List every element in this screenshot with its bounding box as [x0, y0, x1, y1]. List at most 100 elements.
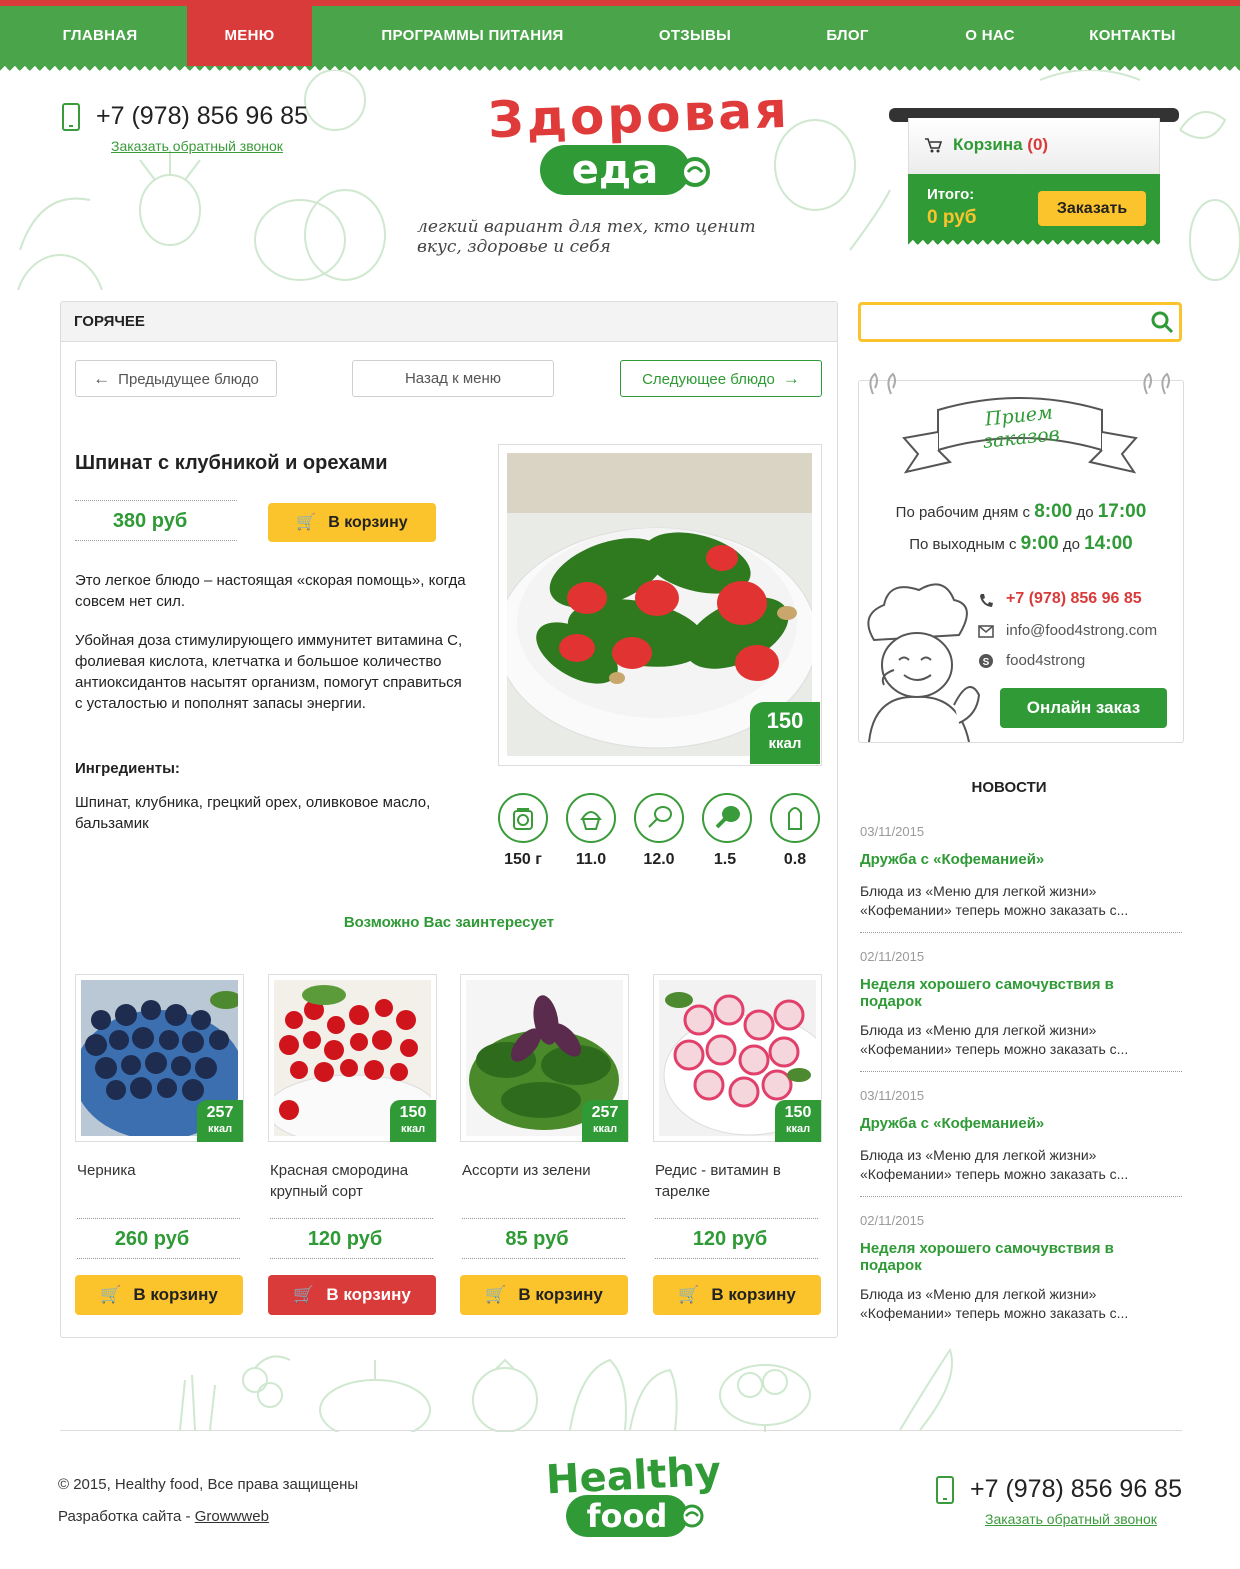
nav-item-programs[interactable]: ПРОГРАММЫ ПИТАНИЯ — [360, 6, 585, 66]
next-dish-label: Следующее блюдо — [642, 371, 775, 388]
prev-dish-button[interactable]: ← Предыдущее блюдо — [75, 360, 277, 397]
ingredients-list: Шпинат, клубника, грецкий орех, оливково… — [75, 794, 431, 832]
weekday-prefix: По рабочим дням с — [895, 504, 1031, 521]
nav-item-menu[interactable]: МЕНЮ — [187, 6, 312, 66]
dish-kcal-badge: 150 ккал — [750, 702, 820, 764]
arrow-left-icon: ← — [93, 369, 111, 388]
nav-item-home[interactable]: ГЛАВНАЯ — [40, 6, 160, 66]
related-price: 120 руб — [692, 1228, 768, 1250]
cart-total-value: 0 руб — [927, 207, 977, 228]
order-button[interactable]: Заказать — [1038, 191, 1146, 226]
related-divider-bottom — [655, 1258, 818, 1259]
related-divider-bottom — [77, 1258, 240, 1259]
dish-kcal-unit: ккал — [768, 735, 802, 752]
related-add-to-cart-button[interactable]: 🛒 В корзину — [653, 1275, 821, 1315]
news-date: 03/11/2015 — [860, 824, 925, 839]
related-divider-top — [270, 1218, 433, 1219]
related-divider-bottom — [462, 1258, 625, 1259]
weekend-from: 9:00 — [1020, 533, 1059, 554]
chef-illustration — [867, 583, 981, 742]
nutrition-value-5: 0.8 — [783, 851, 807, 868]
related-add-to-cart-button[interactable]: 🛒 В корзину — [75, 1275, 243, 1315]
price-divider-top — [75, 500, 237, 501]
related-price: 120 руб — [307, 1228, 383, 1250]
nav-item-contacts[interactable]: КОНТАКТЫ — [1080, 6, 1185, 66]
orders-phone[interactable]: +7 (978) 856 96 85 — [1006, 590, 1142, 608]
header-callback-link[interactable]: Заказать обратный звонок — [111, 138, 283, 154]
news-text: Блюда из «Меню для легкой жизни» «Кофема… — [860, 1147, 1129, 1182]
nav-item-about[interactable]: О НАС — [945, 6, 1035, 66]
news-title[interactable]: Неделя хорошего самочувствия в подарок — [860, 976, 1160, 1010]
main-nav — [0, 6, 1240, 66]
footer-logo-swirl-icon — [680, 1504, 704, 1528]
news-date: 03/11/2015 — [860, 1088, 925, 1103]
search-input[interactable] — [858, 302, 1182, 342]
weekend-prefix: По выходным с — [909, 536, 1017, 553]
skype-icon: S — [979, 654, 993, 668]
related-price: 85 руб — [505, 1228, 569, 1250]
cart-total-label: Итого: — [927, 186, 975, 203]
dish-price: 380 руб — [112, 510, 188, 532]
online-order-button[interactable]: Онлайн заказ — [1000, 688, 1167, 728]
cart-icon: 🛒 — [100, 1285, 122, 1304]
prev-dish-label: Предыдущее блюдо — [118, 371, 259, 388]
news-divider — [860, 1071, 1182, 1072]
category-title: ГОРЯЧЕЕ — [61, 302, 837, 342]
add-to-cart-button[interactable]: 🛒 В корзину — [268, 503, 436, 542]
dev-link[interactable]: Growwweb — [195, 1508, 269, 1525]
next-dish-button[interactable]: Следующее блюдо → — [620, 360, 822, 397]
related-add-to-cart-button[interactable]: 🛒 В корзину — [268, 1275, 436, 1315]
back-to-menu-button[interactable]: Назад к меню — [352, 360, 554, 397]
cart-zigzag-edge — [908, 240, 1160, 248]
related-kcal-value: 257 — [206, 1104, 234, 1121]
related-title[interactable]: Ассорти из зелени — [462, 1160, 627, 1181]
news-title[interactable]: Неделя хорошего самочувствия в подарок — [860, 1240, 1160, 1274]
cart-icon: 🛒 — [293, 1285, 315, 1304]
news-date: 02/11/2015 — [860, 949, 925, 964]
related-button-label: В корзину — [518, 1285, 603, 1304]
related-kcal-value: 150 — [784, 1104, 812, 1121]
logo-subtitle: еда — [540, 145, 690, 195]
related-title[interactable]: Красная смородина крупный сорт — [270, 1160, 435, 1202]
nav-item-blog[interactable]: БЛОГ — [805, 6, 890, 66]
related-kcal-unit: ккал — [207, 1123, 233, 1135]
weekday-hours: По рабочим дням с 8:00 до 17:00 — [858, 501, 1184, 523]
news-title[interactable]: Дружба с «Кофеманией» — [860, 851, 1160, 868]
related-add-to-cart-button[interactable]: 🛒 В корзину — [460, 1275, 628, 1315]
cart-label[interactable]: Корзина (0) — [953, 135, 1048, 155]
phone-icon — [980, 594, 993, 607]
weekday-mid: до — [1076, 504, 1094, 521]
related-title[interactable]: Редис - витамин в тарелке — [655, 1160, 820, 1202]
footer-veggie-doodles — [179, 1347, 953, 1432]
related-divider-top — [655, 1218, 818, 1219]
cart-icon: 🛒 — [678, 1285, 700, 1304]
nutrition-weight: 150 г — [504, 851, 542, 868]
search-icon[interactable] — [1150, 310, 1174, 334]
related-divider-top — [77, 1218, 240, 1219]
header-phone: +7 (978) 856 96 85 — [96, 102, 308, 130]
related-price: 260 руб — [114, 1228, 190, 1250]
footer-dev-credit: Разработка сайта - Growwweb — [58, 1508, 269, 1525]
related-button-label: В корзину — [133, 1285, 218, 1304]
nav-item-reviews[interactable]: ОТЗЫВЫ — [640, 6, 750, 66]
related-kcal-badge: 150 ккал — [390, 1100, 436, 1142]
dev-prefix: Разработка сайта - — [58, 1508, 195, 1525]
news-heading: НОВОСТИ — [971, 779, 1047, 796]
cart-count: (0) — [1027, 135, 1049, 154]
cart-icon: 🛒 — [485, 1285, 507, 1304]
weekend-hours: По выходным с 9:00 до 14:00 — [858, 533, 1184, 555]
cupcake-icon — [566, 793, 616, 843]
orders-email[interactable]: info@food4strong.com — [1006, 622, 1157, 639]
add-to-cart-label: В корзину — [328, 514, 408, 531]
orders-skype[interactable]: food4strong — [1006, 652, 1085, 669]
footer-callback-link[interactable]: Заказать обратный звонок — [985, 1511, 1157, 1527]
nutrition-value-3: 12.0 — [643, 851, 675, 868]
dish-kcal-value: 150 — [766, 708, 804, 733]
news-title[interactable]: Дружба с «Кофеманией» — [860, 1115, 1160, 1132]
news-text: Блюда из «Меню для легкой жизни» «Кофема… — [860, 1022, 1129, 1057]
logo-swirl-icon — [680, 157, 710, 187]
drumstick-outline-icon — [634, 793, 684, 843]
footer-copyright: © 2015, Healthy food, Все права защищены — [58, 1476, 359, 1493]
related-title[interactable]: Черника — [77, 1160, 242, 1181]
news-divider — [860, 932, 1182, 933]
